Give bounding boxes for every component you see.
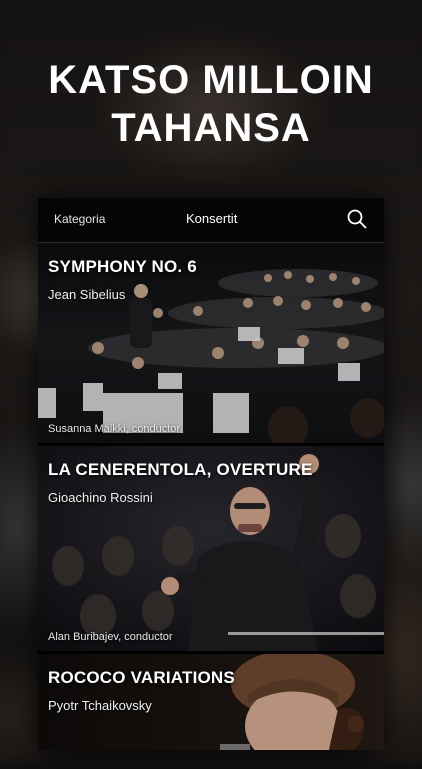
concert-conductor: Susanna Mälkki, conductor	[48, 423, 181, 435]
concert-composer: Pyotr Tchaikovsky	[48, 698, 152, 713]
app-screen: Kategoria Konsertit SYMPHONY NO. 6 Jean …	[38, 198, 384, 750]
concert-composer: Gioachino Rossini	[48, 490, 153, 505]
headline-line-1: KATSO MILLOIN	[48, 58, 374, 102]
concert-composer: Jean Sibelius	[48, 287, 126, 302]
promo-headline: KATSO MILLOIN TAHANSA	[0, 56, 422, 152]
concert-title: LA CENERENTOLA, OVERTURE	[48, 460, 313, 479]
headline-line-2: TAHANSA	[111, 106, 311, 150]
concert-card-symphony-no-6[interactable]: SYMPHONY NO. 6 Jean Sibelius Susanna Mäl…	[38, 243, 384, 443]
concert-title: SYMPHONY NO. 6	[48, 257, 197, 276]
concert-title: ROCOCO VARIATIONS	[48, 668, 235, 687]
category-tab[interactable]: Kategoria	[54, 212, 105, 226]
concert-card-rococo-variations[interactable]: ROCOCO VARIATIONS Pyotr Tchaikovsky	[38, 654, 384, 750]
top-bar: Kategoria Konsertit	[38, 198, 384, 243]
concert-conductor: Alan Buribajev, conductor	[48, 631, 173, 643]
concert-card-la-cenerentola[interactable]: LA CENERENTOLA, OVERTURE Gioachino Rossi…	[38, 446, 384, 651]
concerts-tab[interactable]: Konsertit	[186, 211, 237, 226]
search-icon[interactable]	[346, 208, 368, 230]
